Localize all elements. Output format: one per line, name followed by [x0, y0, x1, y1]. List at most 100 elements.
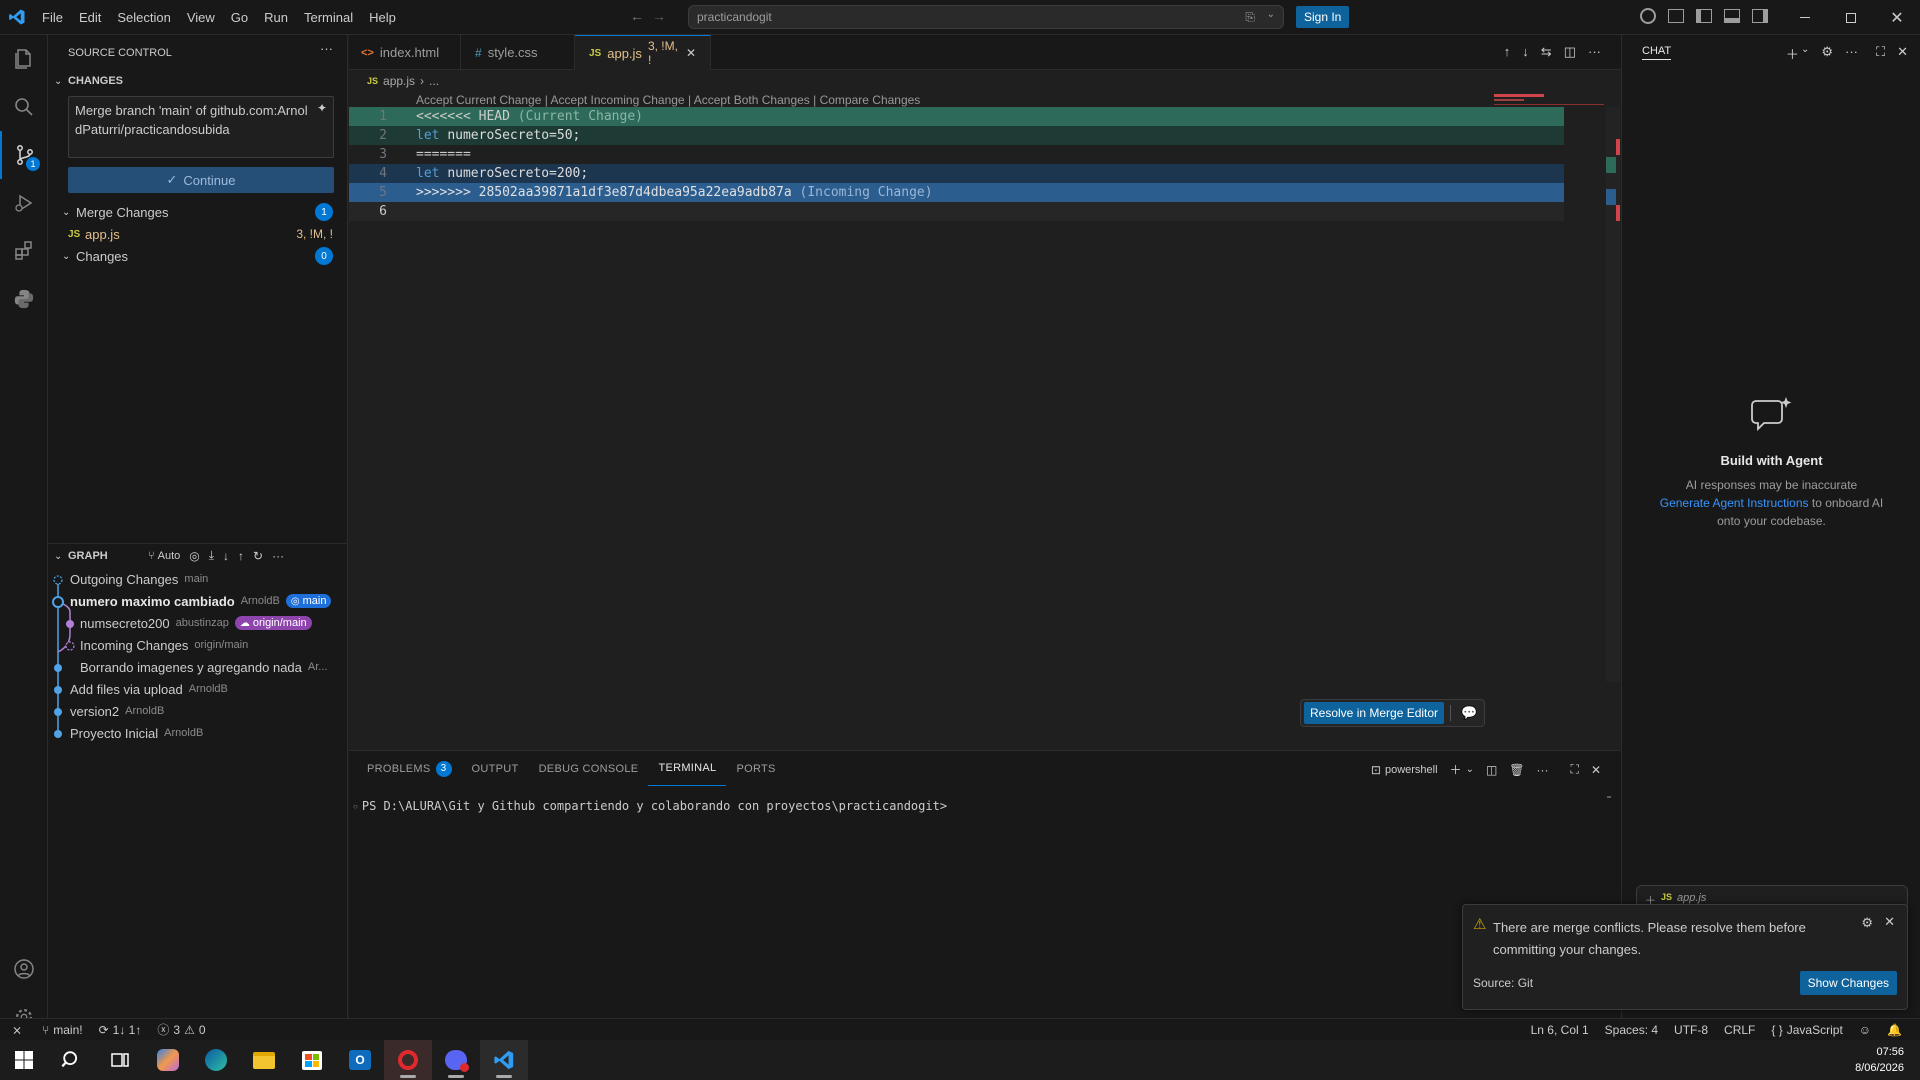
forward-arrow-icon[interactable]: →	[652, 8, 666, 24]
explorer-icon[interactable]	[0, 35, 48, 83]
windows-start-icon[interactable]	[0, 1040, 48, 1080]
breadcrumb-file[interactable]: app.js	[383, 74, 415, 88]
new-chat-icon[interactable]: ＋	[1786, 44, 1799, 63]
close-icon[interactable]: ✕	[1897, 44, 1908, 63]
edge-browser-icon[interactable]	[192, 1040, 240, 1080]
push-icon[interactable]: ↑	[238, 549, 244, 563]
copilot-app-icon[interactable]	[144, 1040, 192, 1080]
tab-problems[interactable]: PROBLEMS 3	[357, 751, 462, 786]
source-control-icon[interactable]: 1	[0, 131, 48, 179]
back-arrow-icon[interactable]: ←	[630, 8, 644, 24]
discord-icon[interactable]	[432, 1040, 480, 1080]
refresh-icon[interactable]: ↻	[253, 549, 263, 563]
changes-group[interactable]: ⌄ Changes 0	[48, 245, 347, 267]
layout-customize-icon[interactable]	[1668, 9, 1684, 23]
indentation-status[interactable]: Spaces: 4	[1597, 1019, 1666, 1041]
resolve-merge-editor-button[interactable]: Resolve in Merge Editor	[1304, 702, 1445, 724]
graph-row-incoming[interactable]: Incoming Changes origin/main	[48, 634, 348, 656]
eol-status[interactable]: CRLF	[1716, 1019, 1763, 1041]
microsoft-store-icon[interactable]	[288, 1040, 336, 1080]
tab-app-js[interactable]: JS app.js 3, !M, ! ✕	[575, 35, 711, 70]
continue-button[interactable]: ✓ Continue	[68, 167, 334, 193]
target-icon[interactable]: ◎	[189, 549, 199, 563]
graph-row-commit[interactable]: numsecreto200 abustinzap ☁ origin/main	[48, 612, 348, 634]
graph-row-commit[interactable]: Borrando imagenes y agregando nada Ar...	[48, 656, 348, 678]
encoding-status[interactable]: UTF-8	[1666, 1019, 1716, 1041]
toggle-panel-icon[interactable]	[1724, 9, 1740, 23]
split-editor-icon[interactable]: ◫	[1564, 44, 1576, 60]
trash-icon[interactable]: 🗑	[1509, 763, 1524, 777]
python-icon[interactable]	[0, 275, 48, 323]
close-tab-icon[interactable]: ✕	[686, 46, 696, 60]
split-terminal-icon[interactable]: ◫	[1486, 763, 1497, 777]
tab-ports[interactable]: PORTS	[726, 751, 785, 786]
extensions-icon[interactable]	[0, 227, 48, 275]
menu-go[interactable]: Go	[223, 0, 256, 35]
sparkle-generate-icon[interactable]: ✦	[317, 101, 327, 115]
remote-indicator[interactable]: ⨯	[0, 1019, 34, 1041]
code-editor[interactable]: 1 <<<<<<< HEAD (Current Change) 2 let nu…	[349, 107, 1621, 750]
breadcrumb-symbol[interactable]: ...	[429, 74, 439, 88]
command-center-search[interactable]: practicandogit ⎘ ⌄	[688, 5, 1284, 29]
generate-instructions-link[interactable]: Generate Agent Instructions	[1660, 496, 1809, 510]
minimize-icon[interactable]	[1782, 0, 1828, 35]
maximize-icon[interactable]: ⛶	[1876, 44, 1885, 63]
gear-icon[interactable]: ⚙	[1861, 915, 1873, 931]
chat-title[interactable]: CHAT	[1642, 45, 1672, 60]
tab-output[interactable]: OUTPUT	[462, 751, 529, 786]
outlook-icon[interactable]: O	[336, 1040, 384, 1080]
graph-row-commit[interactable]: Add files via upload ArnoldB	[48, 678, 348, 700]
graph-row-commit[interactable]: Proyecto Inicial ArnoldB	[48, 722, 348, 744]
more-actions-icon[interactable]: ···	[1845, 44, 1858, 63]
search-icon[interactable]	[0, 83, 48, 131]
tab-terminal[interactable]: TERMINAL	[648, 751, 727, 786]
language-status[interactable]: { } JavaScript	[1763, 1019, 1850, 1041]
sync-status[interactable]: ⟳ 1↓ 1↑	[91, 1019, 150, 1041]
graph-row-commit[interactable]: numero maximo cambiado ArnoldB ◎ main	[48, 590, 348, 612]
menu-terminal[interactable]: Terminal	[296, 0, 361, 35]
chat-quick-icon[interactable]: ⎘	[1245, 10, 1255, 25]
menu-edit[interactable]: Edit	[71, 0, 109, 35]
menu-run[interactable]: Run	[256, 0, 296, 35]
notifications-status[interactable]: 🔔	[1879, 1019, 1910, 1041]
show-changes-button[interactable]: Show Changes	[1799, 971, 1897, 995]
terminal-shell-label[interactable]: powershell	[1385, 764, 1438, 776]
chevron-down-icon[interactable]: ⌄	[1267, 9, 1275, 20]
cursor-position[interactable]: Ln 6, Col 1	[1523, 1019, 1597, 1041]
more-actions-icon[interactable]: ···	[320, 41, 333, 56]
graph-row-commit[interactable]: version2 ArnoldB	[48, 700, 348, 722]
new-terminal-icon[interactable]: ＋	[1450, 761, 1462, 778]
more-actions-icon[interactable]: ···	[272, 549, 284, 563]
chat-comment-icon[interactable]: 💬	[1457, 705, 1481, 721]
commit-message-input[interactable]: Merge branch 'main' of github.com:Arnold…	[68, 96, 334, 158]
chevron-down-icon[interactable]: ⌄	[1801, 44, 1809, 63]
merge-changes-group[interactable]: ⌄ Merge Changes 1	[48, 201, 347, 223]
menu-help[interactable]: Help	[361, 0, 404, 35]
copilot-status[interactable]: ☺	[1851, 1019, 1879, 1041]
merge-codelens[interactable]: Accept Current Change | Accept Incoming …	[416, 93, 920, 107]
open-changes-icon[interactable]: ⇆	[1541, 44, 1552, 60]
changes-section-header[interactable]: ⌄ CHANGES	[48, 70, 347, 92]
file-explorer-icon[interactable]	[240, 1040, 288, 1080]
graph-row-outgoing[interactable]: Outgoing Changes main	[48, 568, 348, 590]
maximize-panel-icon[interactable]: ⛶	[1571, 762, 1579, 777]
close-window-icon[interactable]: ✕	[1874, 0, 1920, 35]
tab-style-css[interactable]: # style.css	[461, 35, 575, 70]
fetch-icon[interactable]: ⤓	[209, 548, 214, 563]
opera-icon[interactable]	[384, 1040, 432, 1080]
menu-selection[interactable]: Selection	[109, 0, 178, 35]
menu-view[interactable]: View	[179, 0, 223, 35]
pull-icon[interactable]: ↓	[223, 549, 229, 563]
tab-debug-console[interactable]: DEBUG CONSOLE	[529, 751, 649, 786]
task-view-icon[interactable]	[96, 1040, 144, 1080]
problems-status[interactable]: ⓧ 3 ⚠ 0	[149, 1019, 213, 1041]
sign-in-button[interactable]: Sign In	[1296, 6, 1350, 28]
close-panel-icon[interactable]: ✕	[1591, 763, 1601, 777]
more-actions-icon[interactable]: ···	[1588, 44, 1601, 60]
more-actions-icon[interactable]: ···	[1537, 763, 1549, 777]
account-icon[interactable]	[0, 945, 48, 993]
toggle-secondary-sidebar-icon[interactable]	[1752, 9, 1768, 23]
tab-index-html[interactable]: <> index.html	[349, 35, 461, 70]
terminal-output[interactable]: ○ PS D:\ALURA\Git y Github compartiendo …	[353, 799, 1603, 813]
close-notification-icon[interactable]: ✕	[1884, 914, 1895, 930]
